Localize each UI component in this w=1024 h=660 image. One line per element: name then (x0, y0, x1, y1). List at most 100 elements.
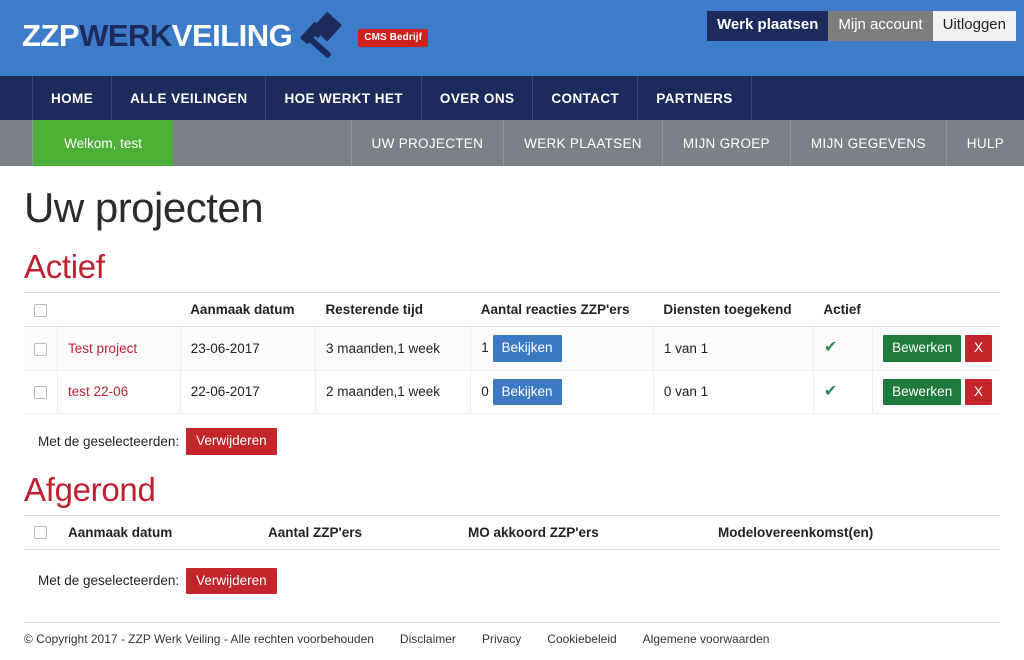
table-row: test 22-06 22-06-2017 2 maanden,1 week 0… (24, 370, 1000, 414)
reacties-count: 1 (481, 339, 489, 355)
actief-header-actief: Actief (813, 293, 873, 327)
mainnav-left-spacer (0, 76, 33, 120)
delete-row-button[interactable]: X (964, 335, 992, 362)
main-content: Uw projecten Actief Aanmaak datum Rester… (0, 184, 1024, 594)
reacties-count: 0 (481, 383, 489, 399)
row-project-name-cell: test 22-06 (57, 370, 181, 414)
table-row: Test project 23-06-2017 3 maanden,1 week… (24, 326, 1000, 371)
subnav-item-hulp[interactable]: HULP (947, 120, 1024, 166)
row-checkbox[interactable] (34, 386, 47, 400)
logo-wordmark: ZZPWERKVEILING (22, 17, 293, 53)
actief-header-row: Aanmaak datum Resterende tijd Aantal rea… (24, 293, 1000, 327)
row-diensten-toegekend: 0 van 1 (653, 370, 814, 414)
check-icon: ✔ (823, 382, 838, 400)
row-select-cell (24, 326, 59, 371)
section-title-afgerond: Afgerond (24, 470, 156, 508)
afgerond-header-row: Aanmaak datum Aantal ZZP'ers MO akkoord … (24, 515, 1000, 550)
subnav-gap (173, 120, 352, 166)
actief-table-body: Test project 23-06-2017 3 maanden,1 week… (24, 326, 1000, 414)
delete-row-button[interactable]: X (964, 378, 992, 405)
section-title-actief: Actief (24, 248, 105, 285)
page-title: Uw projecten (24, 184, 264, 231)
afgerond-select-all-header (24, 515, 58, 550)
select-all-checkbox-afgerond[interactable] (34, 526, 47, 540)
row-checkbox[interactable] (34, 342, 47, 356)
row-aantal-reacties-cell: 0 Bekijken (470, 370, 654, 414)
afgerond-bulk-delete-button[interactable]: Verwijderen (186, 567, 277, 594)
footer-link-cookiebeleid[interactable]: Cookiebeleid (547, 632, 616, 646)
bewerken-button[interactable]: Bewerken (883, 335, 962, 362)
row-actief-cell: ✔ (813, 326, 874, 371)
check-icon: ✔ (823, 339, 838, 357)
logo-text-veiling: VEILING (171, 17, 293, 53)
afgerond-table-head: Aanmaak datum Aantal ZZP'ers MO akkoord … (24, 515, 1000, 550)
actief-header-name (57, 293, 181, 327)
nav-item-hoe-werkt-het[interactable]: HOE WERKT HET (266, 76, 422, 120)
row-project-name-cell: Test project (57, 326, 181, 371)
subnav-item-mijn-gegevens[interactable]: MIJN GEGEVENS (791, 120, 947, 166)
header-link-uitloggen[interactable]: Uitloggen (932, 11, 1016, 41)
nav-item-alle-veilingen[interactable]: ALLE VEILINGEN (112, 76, 267, 120)
actief-table: Aanmaak datum Resterende tijd Aantal rea… (24, 293, 1000, 414)
select-all-checkbox-actief[interactable] (34, 303, 47, 317)
bekijken-button[interactable]: Bekijken (492, 335, 562, 362)
footer-link-disclaimer[interactable]: Disclaimer (400, 632, 456, 646)
cms-bedrijf-badge: CMS Bedrijf (358, 29, 429, 47)
afgerond-header-aanmaak-datum: Aanmaak datum (58, 515, 258, 550)
subnav-item-mijn-groep[interactable]: MIJN GROEP (663, 120, 791, 166)
footer-copyright: © Copyright 2017 - ZZP Werk Veiling - Al… (24, 632, 374, 646)
row-aantal-reacties-cell: 1 Bekijken (470, 326, 654, 371)
nav-item-home[interactable]: HOME (33, 76, 113, 120)
afgerond-table: Aanmaak datum Aantal ZZP'ers MO akkoord … (24, 515, 1000, 550)
bekijken-button[interactable]: Bekijken (492, 378, 562, 405)
project-link[interactable]: test 22-06 (68, 384, 128, 399)
welcome-tab[interactable]: Welkom, test (33, 120, 173, 166)
row-aanmaak-datum: 23-06-2017 (180, 326, 316, 371)
site-header: ZZPWERKVEILING CMS Bedrijf Werk plaatsen… (0, 0, 1024, 76)
footer-link-algemene-voorwaarden[interactable]: Algemene voorwaarden (643, 632, 770, 646)
row-resterende-tijd: 3 maanden,1 week (315, 326, 472, 371)
nav-item-over-ons[interactable]: OVER ONS (422, 76, 534, 120)
row-actief-cell: ✔ (813, 370, 874, 414)
actief-bulk-actions: Met de geselecteerden: Verwijderen (38, 428, 1000, 455)
actief-table-head: Aanmaak datum Resterende tijd Aantal rea… (24, 293, 1000, 327)
project-link[interactable]: Test project (68, 341, 137, 356)
actief-header-resterende-tijd: Resterende tijd (315, 293, 471, 327)
row-actions-cell: Bewerken X (872, 326, 1000, 371)
row-select-cell (24, 370, 59, 414)
subnav-item-werk-plaatsen[interactable]: WERK PLAATSEN (504, 120, 663, 166)
afgerond-bulk-label: Met de geselecteerden: (38, 573, 180, 589)
afgerond-header-aantal-zzpers: Aantal ZZP'ers (258, 515, 458, 550)
site-footer: © Copyright 2017 - ZZP Werk Veiling - Al… (0, 612, 1024, 660)
afgerond-header-modelovereenkomst: Modelovereenkomst(en) (708, 515, 1000, 550)
actief-header-aanmaak-datum: Aanmaak datum (180, 293, 316, 327)
account-links: Werk plaatsen Mijn account Uitloggen (706, 11, 1016, 41)
row-diensten-toegekend: 1 van 1 (653, 326, 814, 371)
bewerken-button[interactable]: Bewerken (883, 378, 962, 405)
header-link-werk-plaatsen[interactable]: Werk plaatsen (706, 11, 829, 41)
logo-text-werk: WERK (79, 17, 172, 53)
footer-link-privacy[interactable]: Privacy (482, 632, 521, 646)
actief-bulk-delete-button[interactable]: Verwijderen (186, 428, 277, 455)
actief-header-aantal-reacties: Aantal reacties ZZP'ers (470, 293, 654, 327)
actief-header-actions (872, 293, 1000, 327)
row-actions-cell: Bewerken X (872, 370, 1000, 414)
sub-navigation: Welkom, test UW PROJECTEN WERK PLAATSEN … (0, 120, 1024, 166)
site-logo[interactable]: ZZPWERKVEILING CMS Bedrijf (22, 8, 429, 62)
row-resterende-tijd: 2 maanden,1 week (315, 370, 472, 414)
header-link-mijn-account[interactable]: Mijn account (828, 11, 933, 41)
nav-item-contact[interactable]: CONTACT (533, 76, 639, 120)
afgerond-header-mo-akkoord: MO akkoord ZZP'ers (458, 515, 708, 550)
actief-select-all-header (24, 293, 58, 327)
actief-header-diensten-toegekend: Diensten toegekend (653, 293, 814, 327)
subnav-left-spacer (0, 120, 33, 166)
subnav-item-uw-projecten[interactable]: UW PROJECTEN (352, 120, 505, 166)
main-navigation: HOME ALLE VEILINGEN HOE WERKT HET OVER O… (0, 76, 1024, 120)
actief-bulk-label: Met de geselecteerden: (38, 433, 180, 449)
footer-content: © Copyright 2017 - ZZP Werk Veiling - Al… (24, 632, 1000, 660)
afgerond-bulk-actions: Met de geselecteerden: Verwijderen (38, 567, 1000, 594)
nav-item-partners[interactable]: PARTNERS (638, 76, 752, 120)
row-aanmaak-datum: 22-06-2017 (180, 370, 316, 414)
logo-text-zzp: ZZP (22, 17, 80, 53)
footer-divider (24, 622, 1000, 623)
